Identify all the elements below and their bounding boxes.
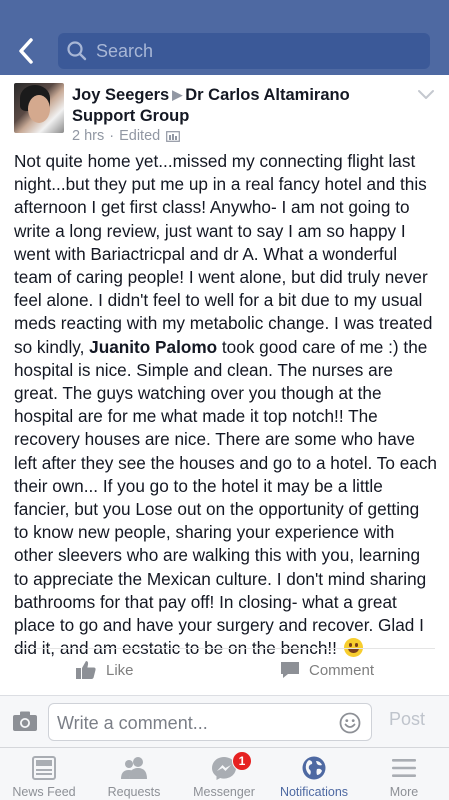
like-button[interactable]: Like bbox=[75, 655, 134, 685]
post-header: Joy Seegers ▶ Dr Carlos Altamirano Support… bbox=[72, 84, 412, 127]
feed-post: Joy Seegers ▶ Dr Carlos Altamirano Support… bbox=[0, 75, 449, 695]
comment-label: Comment bbox=[309, 661, 375, 679]
tab-messenger-label: Messenger bbox=[193, 785, 255, 799]
tab-messenger[interactable]: Messenger 1 bbox=[186, 748, 262, 800]
tab-notifications-label: Notifications bbox=[279, 785, 349, 799]
friends-icon bbox=[121, 757, 147, 779]
tab-more-label: More bbox=[389, 785, 419, 799]
bottom-tab-bar: News Feed Requests Messenger 1 Notificat… bbox=[0, 747, 449, 800]
tab-requests-label: Requests bbox=[107, 785, 161, 799]
mention-link[interactable]: Juanito Palomo bbox=[89, 337, 217, 357]
post-comment-button[interactable]: Post bbox=[389, 709, 425, 730]
author-name[interactable]: Joy Seegers bbox=[72, 86, 169, 104]
comment-input[interactable] bbox=[57, 710, 327, 736]
post-meta: 2 hrs · Edited bbox=[72, 128, 181, 144]
thumbs-up-icon bbox=[76, 661, 96, 679]
top-navigation-bar bbox=[0, 0, 449, 75]
post-text-part-1: Not quite home yet...missed my connectin… bbox=[14, 151, 433, 357]
like-label: Like bbox=[106, 661, 134, 679]
news-feed-icon bbox=[32, 756, 56, 780]
separator-dot: · bbox=[109, 128, 115, 144]
edited-label[interactable]: Edited bbox=[119, 128, 160, 144]
group-privacy-icon bbox=[166, 130, 181, 142]
search-input[interactable] bbox=[96, 40, 416, 62]
tab-news-feed[interactable]: News Feed bbox=[6, 748, 82, 800]
comment-button[interactable]: Comment bbox=[280, 655, 374, 685]
post-options-chevron-icon[interactable] bbox=[417, 89, 435, 101]
author-avatar[interactable] bbox=[14, 83, 64, 133]
tab-more[interactable]: More bbox=[366, 748, 442, 800]
messenger-badge: 1 bbox=[232, 751, 252, 771]
shared-to-arrow-icon: ▶ bbox=[172, 87, 183, 102]
comment-bubble-icon bbox=[281, 662, 299, 678]
search-icon bbox=[67, 41, 87, 61]
tab-requests[interactable]: Requests bbox=[96, 748, 172, 800]
globe-icon bbox=[302, 756, 326, 780]
tab-notifications[interactable]: Notifications bbox=[274, 748, 354, 800]
post-text-part-2: took good care of me :) the hospital is … bbox=[14, 336, 437, 659]
tab-news-feed-label: News Feed bbox=[12, 785, 76, 799]
comment-box[interactable] bbox=[48, 703, 372, 741]
back-button[interactable] bbox=[10, 34, 42, 68]
comment-composer: Post bbox=[0, 695, 449, 747]
actions-divider bbox=[14, 648, 435, 649]
camera-icon[interactable] bbox=[12, 710, 38, 732]
emoji-picker-icon[interactable] bbox=[339, 712, 361, 734]
post-timestamp[interactable]: 2 hrs bbox=[72, 128, 104, 144]
back-arrow-icon bbox=[19, 38, 33, 64]
search-bar[interactable] bbox=[58, 33, 430, 69]
post-body-text: Not quite home yet...missed my connectin… bbox=[14, 150, 438, 660]
menu-icon bbox=[392, 759, 416, 777]
